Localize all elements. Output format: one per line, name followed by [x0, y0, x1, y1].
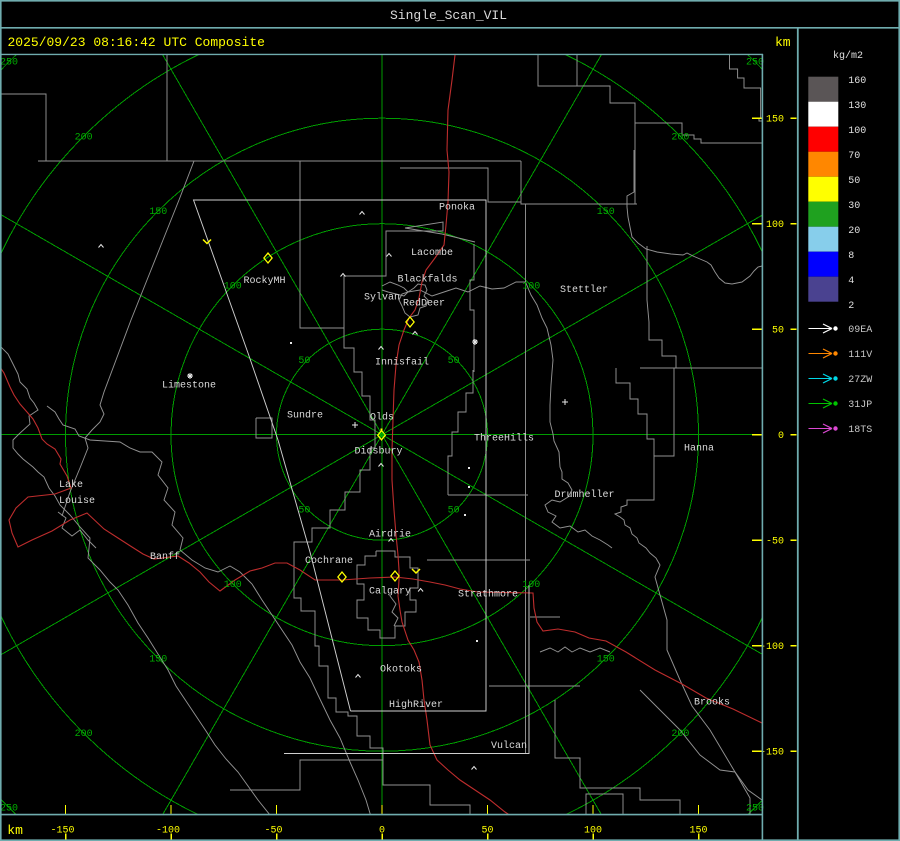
- svg-text:Louise: Louise: [59, 495, 95, 507]
- svg-text:50: 50: [298, 356, 310, 367]
- svg-text:150: 150: [597, 655, 615, 666]
- svg-text:250: 250: [746, 58, 764, 69]
- svg-text:30: 30: [848, 201, 860, 212]
- svg-text:200: 200: [75, 132, 93, 143]
- svg-text:100: 100: [766, 220, 784, 231]
- svg-text:kg/m2: kg/m2: [833, 50, 863, 62]
- svg-text:ThreeHills: ThreeHills: [474, 433, 534, 445]
- svg-text:100: 100: [224, 580, 242, 591]
- svg-text:Lacombe: Lacombe: [411, 247, 453, 259]
- svg-text:250: 250: [0, 58, 18, 69]
- svg-text:100: 100: [584, 826, 602, 837]
- svg-text:150: 150: [766, 115, 784, 126]
- svg-text:0: 0: [778, 431, 784, 442]
- svg-text:50: 50: [298, 505, 310, 516]
- svg-text:RedDeer: RedDeer: [403, 298, 445, 310]
- svg-text:50: 50: [848, 176, 860, 187]
- svg-text:Sundre: Sundre: [287, 410, 323, 422]
- svg-text:20: 20: [848, 226, 860, 237]
- svg-text:Stettler: Stettler: [560, 284, 608, 296]
- svg-text:8: 8: [848, 251, 854, 262]
- svg-text:100: 100: [224, 282, 242, 293]
- svg-text:150: 150: [149, 207, 167, 218]
- svg-text:Olds: Olds: [370, 412, 394, 424]
- svg-text:-50: -50: [264, 826, 282, 837]
- svg-text:160: 160: [848, 76, 866, 87]
- svg-text:Innisfail: Innisfail: [375, 357, 429, 369]
- svg-text:130: 130: [848, 101, 866, 112]
- svg-text:HighRiver: HighRiver: [389, 699, 443, 711]
- svg-text:50: 50: [772, 326, 784, 337]
- svg-text:100: 100: [848, 126, 866, 137]
- svg-text:Vulcan: Vulcan: [491, 740, 527, 752]
- svg-text:200: 200: [671, 132, 689, 143]
- svg-text:-50: -50: [766, 537, 784, 548]
- svg-text:Ponoka: Ponoka: [439, 202, 475, 214]
- svg-text:150: 150: [689, 826, 707, 837]
- svg-text:Banff: Banff: [150, 551, 180, 563]
- svg-text:150: 150: [597, 207, 615, 218]
- svg-text:31JP: 31JP: [848, 400, 872, 411]
- svg-text:100: 100: [522, 282, 540, 293]
- svg-text:18TS: 18TS: [848, 425, 872, 436]
- svg-text:2: 2: [848, 301, 854, 312]
- svg-text:200: 200: [671, 729, 689, 740]
- svg-text:111V: 111V: [848, 350, 872, 361]
- svg-text:0: 0: [379, 826, 385, 837]
- svg-text:Strathmore: Strathmore: [458, 589, 518, 601]
- svg-text:100: 100: [522, 580, 540, 591]
- svg-text:Drumheller: Drumheller: [555, 489, 615, 501]
- svg-text:27ZW: 27ZW: [848, 375, 872, 386]
- svg-text:150: 150: [149, 655, 167, 666]
- svg-text:Hanna: Hanna: [684, 444, 714, 455]
- svg-text:-150: -150: [760, 748, 784, 759]
- svg-text:50: 50: [448, 505, 460, 516]
- svg-text:250: 250: [0, 804, 18, 815]
- svg-text:250: 250: [746, 804, 764, 815]
- svg-text:Lake: Lake: [59, 479, 83, 491]
- svg-text:Didsbury: Didsbury: [355, 446, 403, 458]
- svg-text:4: 4: [848, 276, 854, 287]
- svg-text:-100: -100: [156, 826, 180, 837]
- svg-text:70: 70: [848, 151, 860, 162]
- svg-text:09EA: 09EA: [848, 325, 872, 336]
- svg-text:RockyMH: RockyMH: [244, 275, 286, 287]
- svg-text:Okotoks: Okotoks: [380, 664, 422, 676]
- svg-text:200: 200: [75, 729, 93, 740]
- svg-text:50: 50: [481, 826, 493, 837]
- svg-text:Calgary: Calgary: [369, 586, 411, 598]
- svg-text:Limestone: Limestone: [162, 380, 216, 392]
- svg-text:-100: -100: [760, 642, 784, 653]
- svg-text:Brooks: Brooks: [694, 697, 730, 709]
- svg-text:Airdrie: Airdrie: [369, 529, 411, 541]
- svg-text:Cochrane: Cochrane: [305, 555, 353, 567]
- svg-text:50: 50: [448, 356, 460, 367]
- svg-text:-150: -150: [50, 826, 74, 837]
- svg-text:Sylvan: Sylvan: [364, 292, 400, 304]
- svg-text:Blackfalds: Blackfalds: [398, 274, 458, 286]
